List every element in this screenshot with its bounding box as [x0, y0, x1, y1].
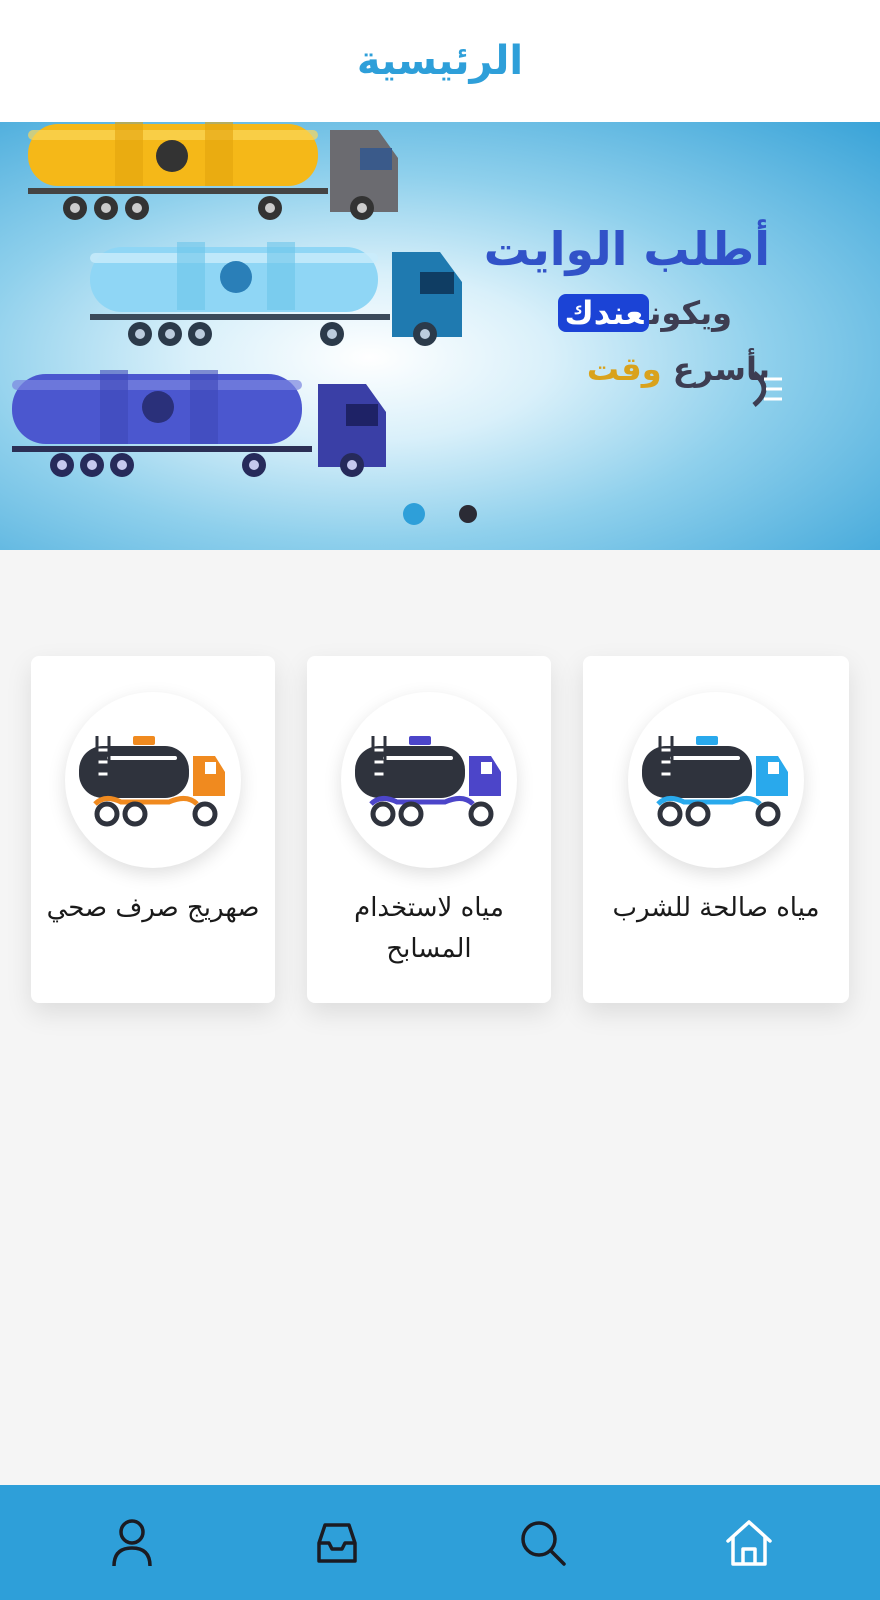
nav-profile[interactable]	[62, 1485, 202, 1600]
carousel-indicators	[0, 503, 880, 527]
page-title: الرئيسية	[356, 38, 524, 84]
service-card-pool-water[interactable]: مياه لاستخدام المسابح	[307, 656, 551, 1003]
service-label: مياه صالحة للشرب	[612, 893, 820, 923]
speed-lines-icon	[752, 371, 782, 407]
slogan-line-2: ويكونعندك	[470, 294, 770, 332]
water-tanker-icon	[79, 736, 225, 827]
slogan-headline: أطلب الوايت	[483, 222, 770, 276]
service-label: مياه لاستخدام المسابح	[354, 893, 504, 964]
tanker-trucks-illustration	[12, 122, 462, 477]
bottom-navigation	[0, 1485, 880, 1600]
carousel-dot-active[interactable]	[403, 503, 425, 525]
home-icon	[726, 1519, 772, 1566]
service-icon-circle	[65, 692, 241, 868]
slogan-line3-highlight: وقت	[586, 350, 662, 388]
inbox-icon	[317, 1522, 357, 1563]
service-icon-circle	[628, 692, 804, 868]
promo-banner[interactable]: أطلب الوايت ويكونعندك بأسرع وقت	[0, 122, 880, 550]
nav-orders[interactable]	[267, 1485, 407, 1600]
service-card-sewage-tanker[interactable]: صهريج صرف صحي	[31, 656, 275, 1003]
service-label: صهريج صرف صحي	[46, 893, 260, 923]
slogan-line-3: بأسرع وقت	[470, 350, 770, 388]
service-card-drinking-water[interactable]: مياه صالحة للشرب	[583, 656, 849, 1003]
services-grid: مياه صالحة للشرب مياه لاستخدام المسابح ص…	[31, 656, 849, 1003]
slogan-line2-highlight: عندك	[558, 294, 650, 332]
app-header: الرئيسية	[0, 0, 880, 122]
nav-search[interactable]	[473, 1485, 613, 1600]
carousel-dot[interactable]	[459, 505, 477, 523]
nav-home[interactable]	[679, 1485, 819, 1600]
search-icon	[521, 1520, 566, 1566]
water-tanker-icon	[355, 736, 501, 827]
banner-slogan: أطلب الوايت ويكونعندك بأسرع وقت	[470, 222, 770, 388]
user-icon	[112, 1518, 152, 1566]
water-tanker-icon	[642, 736, 788, 827]
slogan-line2-prefix: ويكون	[649, 294, 732, 332]
service-icon-circle	[341, 692, 517, 868]
